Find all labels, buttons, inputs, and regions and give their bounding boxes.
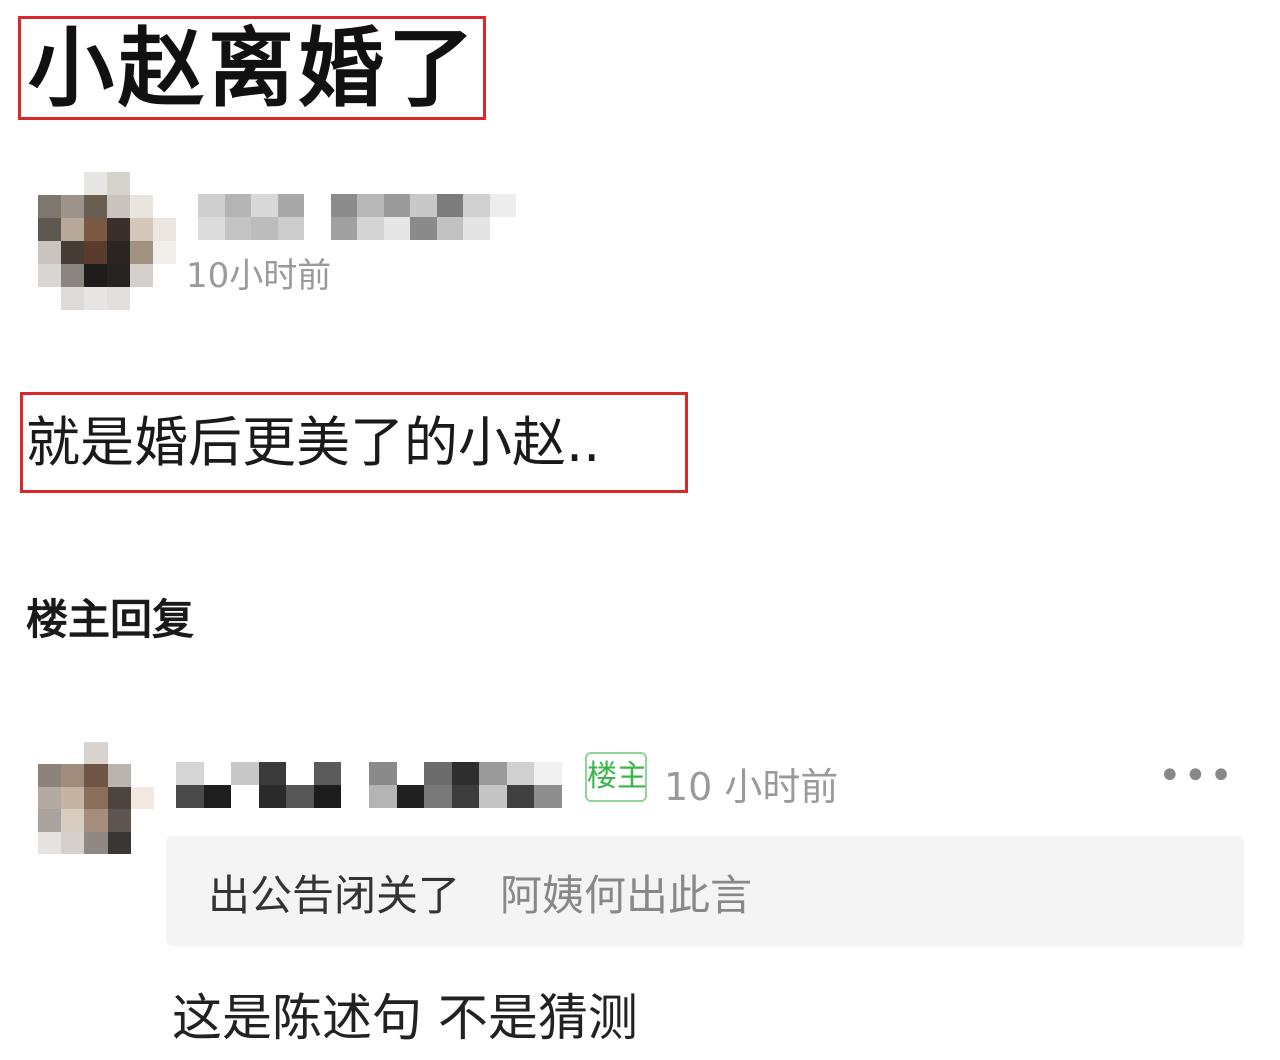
more-horizontal-icon[interactable]: ••• [1158, 756, 1233, 798]
quoted-text: 阿姨何出此言 [500, 871, 753, 920]
post-timestamp: 10小时前 [186, 256, 332, 296]
op-badge: 楼主 [585, 752, 647, 802]
op-username[interactable] [198, 194, 516, 240]
post-title: 小赵离婚了 [28, 19, 478, 119]
post-body: 就是婚后更美了的小赵.. [26, 411, 601, 474]
replies-heading: 楼主回复 [26, 595, 195, 644]
reply-text: 这是陈述句 不是猜测 [172, 989, 638, 1047]
op-avatar[interactable] [38, 172, 176, 310]
reply-avatar[interactable] [38, 742, 154, 854]
quoted-author[interactable]: 出公告闭关了 [208, 862, 460, 923]
reply-timestamp: 10 小时前 [664, 765, 839, 809]
reply-username[interactable] [176, 762, 562, 808]
